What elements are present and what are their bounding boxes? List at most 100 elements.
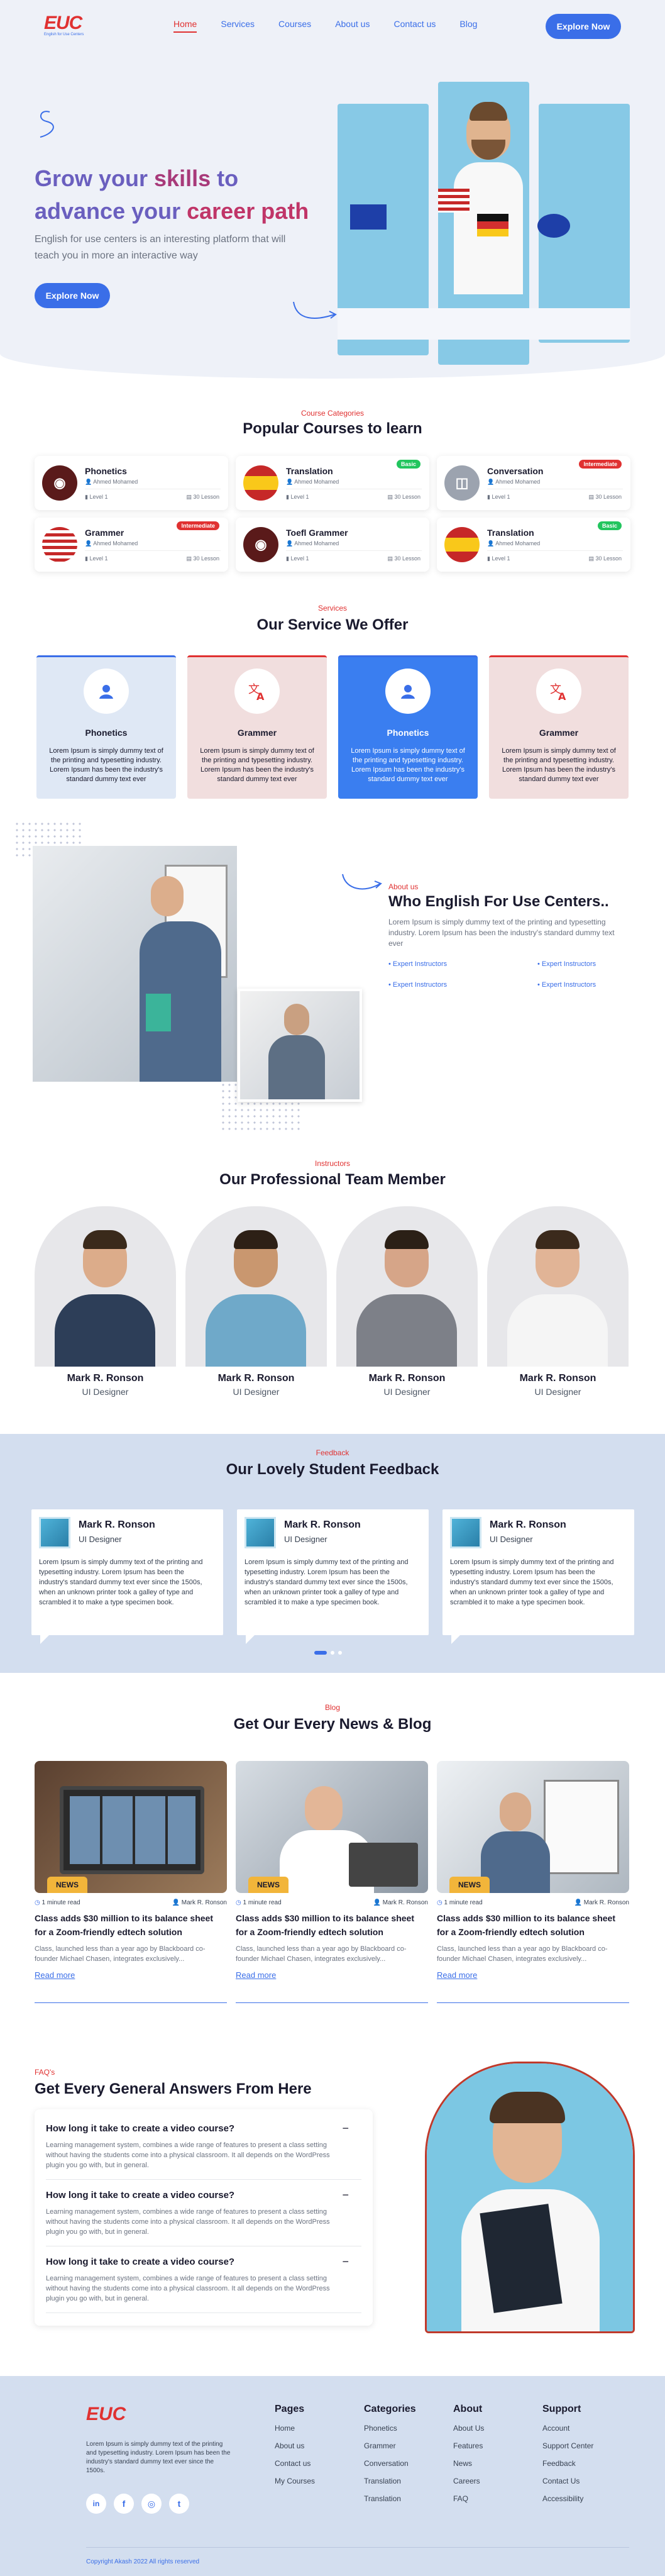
feedback-role: UI Designer <box>490 1535 533 1544</box>
collapse-icon[interactable]: − <box>342 2255 349 2268</box>
uk-flag <box>537 214 570 238</box>
faq-list: How long it take to create a video cours… <box>35 2109 373 2326</box>
course-card[interactable]: ◉ Toefl Grammer 👤 Ahmed Mohamed ▮ Level 1 ▤ … <box>236 518 429 572</box>
course-level: ▮ Level 1 <box>286 555 309 562</box>
footer-link[interactable]: Account <box>542 2424 637 2433</box>
twitter-icon[interactable]: t <box>169 2494 189 2514</box>
about-point: • Expert Instructors <box>537 981 596 989</box>
logo[interactable]: EUC English for Use Centers <box>44 14 107 39</box>
faq-item[interactable]: How long it take to create a video cours… <box>46 2180 361 2246</box>
footer-link[interactable]: Translation <box>364 2477 453 2485</box>
nav-contact[interactable]: Contact us <box>393 19 436 33</box>
footer-link[interactable]: Translation <box>364 2494 453 2503</box>
footer-link[interactable]: News <box>453 2459 542 2468</box>
course-name: Translation <box>286 466 333 476</box>
team-member[interactable]: Mark R. Ronson UI Designer <box>35 1206 176 1401</box>
course-author: 👤 Ahmed Mohamed <box>286 540 339 547</box>
footer-link[interactable]: Accessibility <box>542 2494 637 2503</box>
course-card[interactable]: ◉ Phonetics 👤 Ahmed Mohamed ▮ Level 1 ▤ 30 L… <box>35 456 228 510</box>
carousel-dot[interactable] <box>338 1651 342 1655</box>
course-card[interactable]: ◫ Conversation 👤 Ahmed Mohamed ▮ Level 1 ▤ 3… <box>437 456 630 510</box>
blog-card[interactable]: NEWS ◷ 1 minute read 👤 Mark R. Ronson Class… <box>236 1761 428 2031</box>
footer-link[interactable]: Conversation <box>364 2459 453 2468</box>
footer-link[interactable]: Home <box>275 2424 364 2433</box>
book-icon: ▤ <box>186 555 194 562</box>
faq-item[interactable]: How long it take to create a video cours… <box>46 2113 361 2180</box>
team-member[interactable]: Mark R. Ronson UI Designer <box>185 1206 327 1401</box>
nav-home[interactable]: Home <box>173 19 197 33</box>
nav-services[interactable]: Services <box>221 19 255 33</box>
footer-link[interactable]: About Us <box>453 2424 542 2433</box>
course-card[interactable]: Grammer 👤 Ahmed Mohamed ▮ Level 1 ▤ 30 Less… <box>35 518 228 572</box>
footer-link[interactable]: Features <box>453 2441 542 2450</box>
course-card[interactable]: Translation 👤 Ahmed Mohamed ▮ Level 1 ▤ 30 … <box>437 518 630 572</box>
nav-courses[interactable]: Courses <box>278 19 311 33</box>
carousel-dots <box>314 1651 342 1655</box>
blog-post-title[interactable]: Class adds $30 million to its balance sh… <box>35 1911 227 1939</box>
explore-now-nav-button[interactable]: Explore Now <box>546 14 621 39</box>
about-point: • Expert Instructors <box>388 981 448 989</box>
arrow-decoration <box>293 301 337 319</box>
read-more-link[interactable]: Read more <box>437 1970 629 1980</box>
copyright: Copyright Akash 2022 All rights reserved <box>86 2558 200 2565</box>
team-grid: Mark R. Ronson UI Designer Mark R. Ronson U… <box>35 1206 630 1401</box>
de-flag <box>477 214 508 236</box>
footer-link[interactable]: Grammer <box>364 2441 453 2450</box>
instagram-icon[interactable]: ◎ <box>141 2494 162 2514</box>
footer-logo[interactable]: EUC <box>86 2404 126 2425</box>
service-card[interactable]: Phonetics Lorem Ipsum is simply dummy tex… <box>36 655 176 799</box>
carousel-dot[interactable] <box>331 1651 334 1655</box>
team-member[interactable]: Mark R. Ronson UI Designer <box>487 1206 629 1401</box>
footer-link[interactable]: Contact Us <box>542 2477 637 2485</box>
footer-link[interactable]: My Courses <box>275 2477 364 2485</box>
service-card[interactable]: 文 A Grammer Lorem Ipsum is simply dummy tex… <box>489 655 629 799</box>
service-card[interactable]: 文 A Grammer Lorem Ipsum is simply dummy tex… <box>187 655 327 799</box>
footer-link[interactable]: FAQ <box>453 2494 542 2503</box>
footer-link[interactable]: About us <box>275 2441 364 2450</box>
service-description: Lorem Ipsum is simply dummy text of the … <box>49 747 163 783</box>
services-title: Our Service We Offer <box>256 616 409 633</box>
course-flag-icon: ◫ <box>444 465 480 501</box>
footer-column-title: Support <box>542 2404 581 2414</box>
avatar <box>450 1517 481 1548</box>
nav-blog[interactable]: Blog <box>459 19 477 33</box>
team-member-role: UI Designer <box>383 1387 431 1397</box>
collapse-icon[interactable]: − <box>342 2189 349 2202</box>
collapse-icon[interactable]: − <box>342 2122 349 2135</box>
footer-link[interactable]: Support Center <box>542 2441 637 2450</box>
faq-item[interactable]: How long it take to create a video cours… <box>46 2246 361 2313</box>
explore-now-hero-button[interactable]: Explore Now <box>35 283 110 308</box>
footer-link[interactable]: Contact us <box>275 2459 364 2468</box>
clock-icon: ◷ <box>437 1899 444 1906</box>
footer-columns: Pages Home About us Contact us My Courses Cat… <box>275 2404 639 2529</box>
faq-question[interactable]: How long it take to create a video cours… <box>46 2123 361 2134</box>
nav-about[interactable]: About us <box>335 19 370 33</box>
course-card[interactable]: Translation 👤 Ahmed Mohamed ▮ Level 1 ▤ 30 … <box>236 456 429 510</box>
read-more-link[interactable]: Read more <box>35 1970 227 1980</box>
course-level: ▮ Level 1 <box>487 555 510 562</box>
footer-link[interactable]: Feedback <box>542 2459 637 2468</box>
carousel-dot-active[interactable] <box>314 1651 327 1655</box>
team-member-photo <box>35 1206 176 1367</box>
read-more-link[interactable]: Read more <box>236 1970 428 1980</box>
blog-post-title[interactable]: Class adds $30 million to its balance sh… <box>437 1911 629 1939</box>
team-member[interactable]: Mark R. Ronson UI Designer <box>336 1206 478 1401</box>
course-flag-icon <box>243 465 278 501</box>
blog-card[interactable]: NEWS ◷ 1 minute read 👤 Mark R. Ronson Class… <box>437 1761 629 2031</box>
service-name: Phonetics <box>387 728 429 738</box>
service-card[interactable]: Phonetics Lorem Ipsum is simply dummy tex… <box>338 655 478 799</box>
main-nav: Home Services Courses About us Contact u… <box>173 19 477 33</box>
faq-answer: Learning management system, combines a w… <box>46 2141 330 2169</box>
faq-question[interactable]: How long it take to create a video cours… <box>46 2190 361 2201</box>
service-description: Lorem Ipsum is simply dummy text of the … <box>502 747 616 783</box>
faq-question[interactable]: How long it take to create a video cours… <box>46 2257 361 2267</box>
facebook-icon[interactable]: f <box>114 2494 134 2514</box>
course-divider <box>286 550 422 551</box>
blog-post-title[interactable]: Class adds $30 million to its balance sh… <box>236 1911 428 1939</box>
footer-link[interactable]: Careers <box>453 2477 542 2485</box>
speech-tail <box>40 1635 49 1644</box>
footer-link[interactable]: Phonetics <box>364 2424 453 2433</box>
linkedin-icon[interactable]: in <box>86 2494 106 2514</box>
course-level-badge: Basic <box>396 460 420 469</box>
blog-card[interactable]: NEWS ◷ 1 minute read 👤 Mark R. Ronson Class… <box>35 1761 227 2031</box>
